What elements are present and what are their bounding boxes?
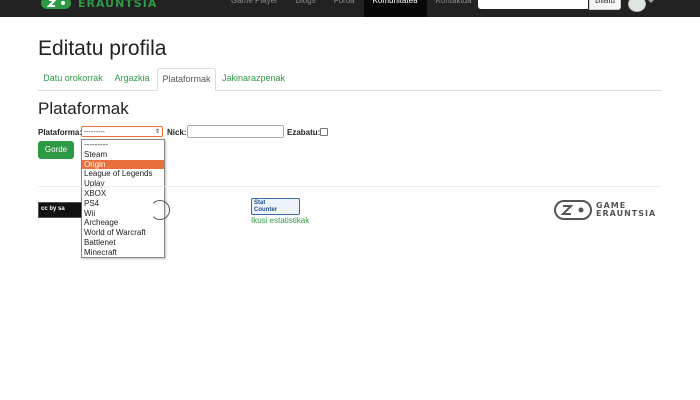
- delete-label: Ezabatu:: [287, 128, 321, 137]
- nick-label: Nick:: [167, 128, 187, 137]
- platform-option[interactable]: World of Warcraft: [82, 228, 164, 238]
- nick-input[interactable]: [187, 125, 284, 138]
- gamepad-logo-icon: [41, 0, 71, 9]
- platform-dropdown-list: --------- Steam Origin League of Legends…: [81, 139, 165, 258]
- nav-link-komunitatea[interactable]: Komunitatea: [363, 0, 427, 17]
- cc-badge-text: cc by sa: [41, 206, 65, 212]
- platform-select[interactable]: --------- ⇕: [81, 126, 163, 137]
- platform-label: Plataforma:: [38, 128, 83, 137]
- platform-option-highlighted[interactable]: Origin: [82, 159, 164, 170]
- save-button[interactable]: Gorde: [38, 141, 74, 159]
- statcounter-text: Stat Counter: [254, 200, 277, 213]
- platform-option[interactable]: Archeage: [82, 218, 164, 228]
- footer-logo: GAME ERAUNTSIA: [554, 199, 656, 221]
- gamepad-logo-icon: [554, 200, 592, 220]
- platform-option[interactable]: Uplay: [82, 179, 164, 189]
- search-input[interactable]: [478, 0, 588, 9]
- platform-option[interactable]: League of Legends: [82, 169, 164, 179]
- platform-select-value: ---------: [84, 129, 105, 136]
- tab-argazkia[interactable]: Argazkia: [108, 68, 156, 89]
- page-title: Editatu profila: [38, 37, 167, 60]
- section-title: Plataformak: [38, 99, 129, 118]
- search-button[interactable]: Bilatu: [589, 0, 621, 10]
- nav-link-blogs[interactable]: Blogs: [287, 0, 325, 17]
- platform-option[interactable]: Steam: [82, 150, 164, 160]
- tab-datu-orokorrak[interactable]: Datu orokorrak: [38, 68, 108, 89]
- creative-commons-badge[interactable]: cc by sa: [38, 202, 82, 218]
- delete-checkbox[interactable]: [320, 128, 328, 136]
- footer-divider: [38, 186, 662, 187]
- platform-option[interactable]: Battlenet: [82, 238, 164, 248]
- stats-link[interactable]: Ikusi estatistikak: [251, 216, 309, 225]
- footer-logo-text: GAME ERAUNTSIA: [596, 201, 657, 218]
- chevron-down-icon[interactable]: [648, 0, 654, 3]
- statcounter-badge[interactable]: Stat Counter: [251, 198, 300, 215]
- user-avatar[interactable]: [628, 0, 646, 12]
- top-navbar: ERAUNTSIA Game Player Blogs Foroa Komuni…: [0, 0, 700, 17]
- select-arrows-icon: ⇕: [154, 129, 160, 135]
- platform-option[interactable]: XBOX: [82, 189, 164, 199]
- nav-link-kontaktua[interactable]: Kontaktua: [427, 0, 481, 17]
- brand-logo-link[interactable]: ERAUNTSIA: [40, 0, 157, 10]
- profile-tabs: Datu orokorrak Argazkia Plataformak Jaki…: [38, 68, 662, 91]
- nav-link-foroa[interactable]: Foroa: [325, 0, 364, 17]
- nav-link-game-player[interactable]: Game Player: [222, 0, 287, 17]
- platform-option[interactable]: Minecraft: [82, 248, 164, 258]
- platform-option[interactable]: ---------: [82, 140, 164, 150]
- nav-links: Game Player Blogs Foroa Komunitatea Kont…: [222, 0, 481, 17]
- partial-circle-icon: [150, 200, 170, 220]
- tab-plataformak[interactable]: Plataformak: [157, 68, 216, 91]
- tab-jakinarazpenak[interactable]: Jakinarazpenak: [216, 68, 291, 89]
- brand-text: ERAUNTSIA: [78, 0, 158, 10]
